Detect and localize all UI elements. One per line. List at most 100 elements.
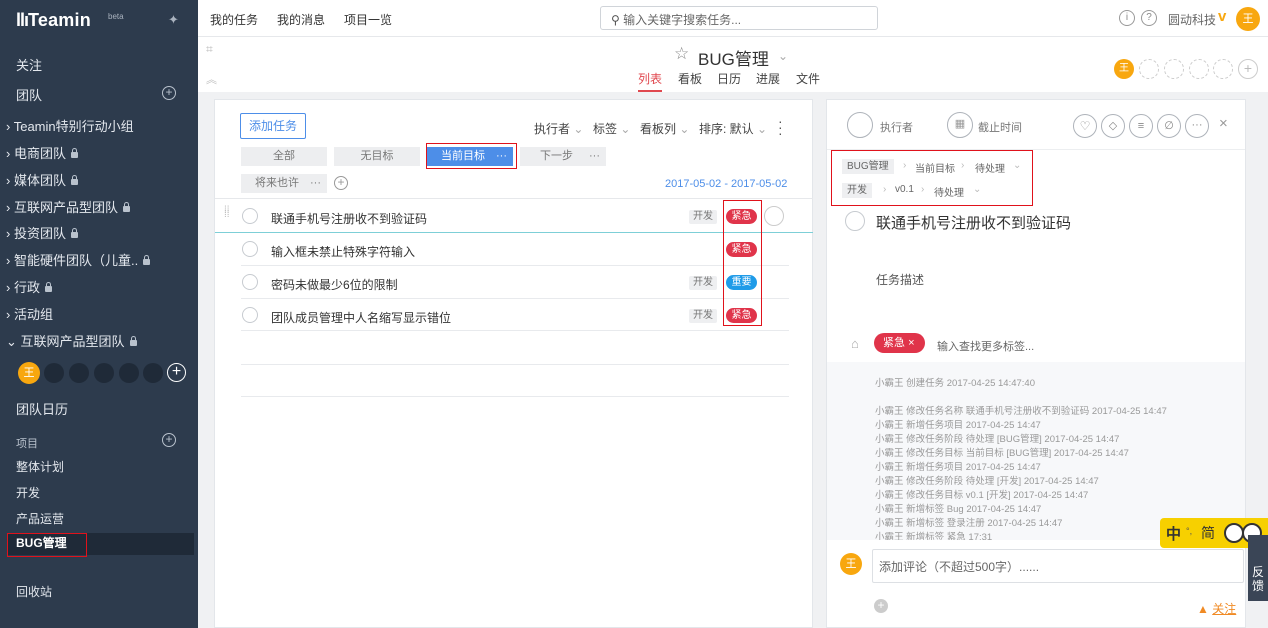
project-item[interactable]: 整体计划 [16, 458, 64, 475]
member-avatar-empty[interactable] [119, 363, 139, 383]
tag-icon[interactable]: ◇ [1101, 114, 1125, 138]
team-item[interactable]: › 行政 [6, 277, 52, 296]
tab-progress[interactable]: 进展 [756, 70, 780, 87]
assignee-icon[interactable] [847, 112, 873, 138]
task-title[interactable]: 团队成员管理中人名缩写显示错位 [271, 309, 451, 326]
member-avatar-empty[interactable] [94, 363, 114, 383]
comment-input[interactable]: 添加评论（不超过500字）...... [872, 549, 1244, 583]
company-name[interactable]: 圆动科技 [1168, 11, 1216, 28]
tab-files[interactable]: 文件 [796, 70, 820, 87]
activity-log: 小霸王 创建任务 2017-04-25 14:47:40 小霸王 修改任务名称 … [827, 362, 1245, 540]
project-header: ⌗ ︽ ☆ BUG管理 ⌄ 列表 看板 日历 进展 文件 王 + [198, 37, 1268, 92]
nav-projects[interactable]: 项目一览 [344, 11, 392, 28]
task-description[interactable]: 任务描述 [876, 271, 924, 288]
trash[interactable]: 回收站 [16, 583, 52, 600]
complete-checkbox[interactable] [242, 208, 258, 224]
team-item[interactable]: › 智能硬件团队（儿童.. [6, 250, 151, 269]
team-item-expanded[interactable]: ⌄ 互联网产品型团队 [6, 331, 137, 350]
member-avatar[interactable]: 王 [18, 362, 40, 384]
team-calendar[interactable]: 团队日历 [16, 399, 68, 418]
add-project-icon[interactable]: + [162, 433, 176, 447]
sort-select[interactable]: 排序: 默认 ⌄ [699, 120, 767, 137]
project-member-avatar[interactable]: 王 [1114, 59, 1134, 79]
task-list-panel: 添加任务 执行者 ⌄ 标签 ⌄ 看板列 ⌄ 排序: 默认 ⌄ · · · 全部 无目… [214, 99, 813, 628]
divider [241, 330, 789, 331]
add-team-icon[interactable]: + [162, 86, 176, 100]
team-item[interactable]: › 电商团队 [6, 143, 78, 162]
beta-badge: beta [108, 12, 124, 21]
drag-handle-icon[interactable]: ⁞⁞ ⁞⁞ [224, 206, 230, 220]
follow-button[interactable]: ▲ 关注 [1197, 600, 1236, 617]
tag-icon: ⌂ [851, 336, 859, 351]
attachment-icon[interactable]: ∅ [1157, 114, 1181, 138]
team-item[interactable]: › Teamin特别行动小组 [6, 116, 134, 135]
member-avatar-empty[interactable] [143, 363, 163, 383]
star-icon[interactable]: ☆ [674, 44, 689, 64]
close-icon[interactable]: × [1219, 115, 1228, 132]
feedback-button[interactable]: 反馈 [1248, 535, 1268, 601]
date-range[interactable]: 2017-05-02 - 2017-05-02 [665, 178, 787, 190]
highlight-box [426, 143, 517, 169]
team-item[interactable]: › 媒体团队 [6, 170, 78, 189]
sidebar-follow[interactable]: 关注 [16, 55, 42, 74]
more-vertical-icon[interactable]: · · · [778, 114, 783, 140]
segment-someday[interactable]: 将来也许 ··· [241, 174, 327, 193]
filter-tag[interactable]: 标签 ⌄ [593, 120, 630, 137]
deadline-label[interactable]: 截止时间 [978, 119, 1022, 135]
app-logo[interactable]: llıTeamin [16, 10, 91, 31]
expand-icon[interactable]: ⌗ [206, 42, 213, 57]
lock-icon [129, 336, 137, 346]
complete-checkbox[interactable] [242, 274, 258, 290]
task-title[interactable]: 联通手机号注册收不到验证码 [271, 210, 427, 227]
nav-my-tasks[interactable]: 我的任务 [210, 11, 258, 28]
tab-calendar[interactable]: 日历 [717, 70, 741, 87]
add-member-icon[interactable]: + [167, 363, 186, 382]
more-icon[interactable]: ··· [1185, 114, 1209, 138]
segment-next-step[interactable]: 下一步 ··· [520, 147, 606, 166]
tag-search-input[interactable]: 输入查找更多标签... [937, 338, 1034, 354]
close-icon[interactable]: × [908, 337, 914, 349]
add-member-icon[interactable]: + [1238, 59, 1258, 79]
team-item[interactable]: › 活动组 [6, 304, 53, 323]
complete-checkbox[interactable] [242, 307, 258, 323]
punct-icon: °, [1186, 526, 1193, 536]
add-segment-icon[interactable]: + [334, 176, 348, 190]
filter-assignee[interactable]: 执行者 ⌄ [534, 120, 583, 137]
chevron-down-icon[interactable]: ⌄ [778, 49, 788, 63]
task-detail-title[interactable]: 联通手机号注册收不到验证码 [876, 212, 1071, 233]
task-title[interactable]: 密码未做最少6位的限制 [271, 276, 398, 293]
project-item[interactable]: 开发 [16, 484, 40, 501]
complete-checkbox[interactable] [242, 241, 258, 257]
segment-no-goal[interactable]: 无目标 [334, 147, 420, 166]
member-slot[interactable] [1139, 59, 1159, 79]
tab-list[interactable]: 列表 [638, 70, 663, 92]
search-input[interactable]: ⚲ 输入关键字搜索任务... [600, 6, 878, 30]
team-item[interactable]: › 投资团队 [6, 223, 78, 242]
help-icon[interactable]: ? [1141, 10, 1157, 26]
info-icon[interactable]: i [1119, 10, 1135, 26]
tag-chip[interactable]: 紧急 × [874, 333, 925, 353]
member-slot[interactable] [1164, 59, 1184, 79]
list-icon[interactable]: ≡ [1129, 114, 1153, 138]
heart-icon[interactable]: ♡ [1073, 114, 1097, 138]
segment-all[interactable]: 全部 [241, 147, 327, 166]
user-avatar[interactable]: 王 [1236, 7, 1260, 31]
member-slot[interactable] [1189, 59, 1209, 79]
nav-my-messages[interactable]: 我的消息 [277, 11, 325, 28]
member-avatar-empty[interactable] [69, 363, 89, 383]
filter-board-column[interactable]: 看板列 ⌄ [640, 120, 689, 137]
calendar-icon[interactable]: ▦ [947, 112, 973, 138]
pin-icon[interactable]: ✦ [168, 12, 179, 28]
project-item[interactable]: 产品运营 [16, 510, 64, 527]
assignee-icon[interactable] [764, 206, 784, 226]
team-item[interactable]: › 互联网产品型团队 [6, 197, 130, 216]
member-avatar-empty[interactable] [44, 363, 64, 383]
add-attachment-icon[interactable]: + [874, 599, 888, 613]
task-title[interactable]: 输入框未禁止特殊字符输入 [271, 243, 415, 260]
member-slot[interactable] [1213, 59, 1233, 79]
add-task-button[interactable]: 添加任务 [240, 113, 306, 139]
tab-board[interactable]: 看板 [678, 70, 702, 87]
collapse-icon[interactable]: ︽ [206, 71, 217, 87]
complete-checkbox[interactable] [845, 211, 865, 231]
assignee-label[interactable]: 执行者 [880, 119, 913, 135]
